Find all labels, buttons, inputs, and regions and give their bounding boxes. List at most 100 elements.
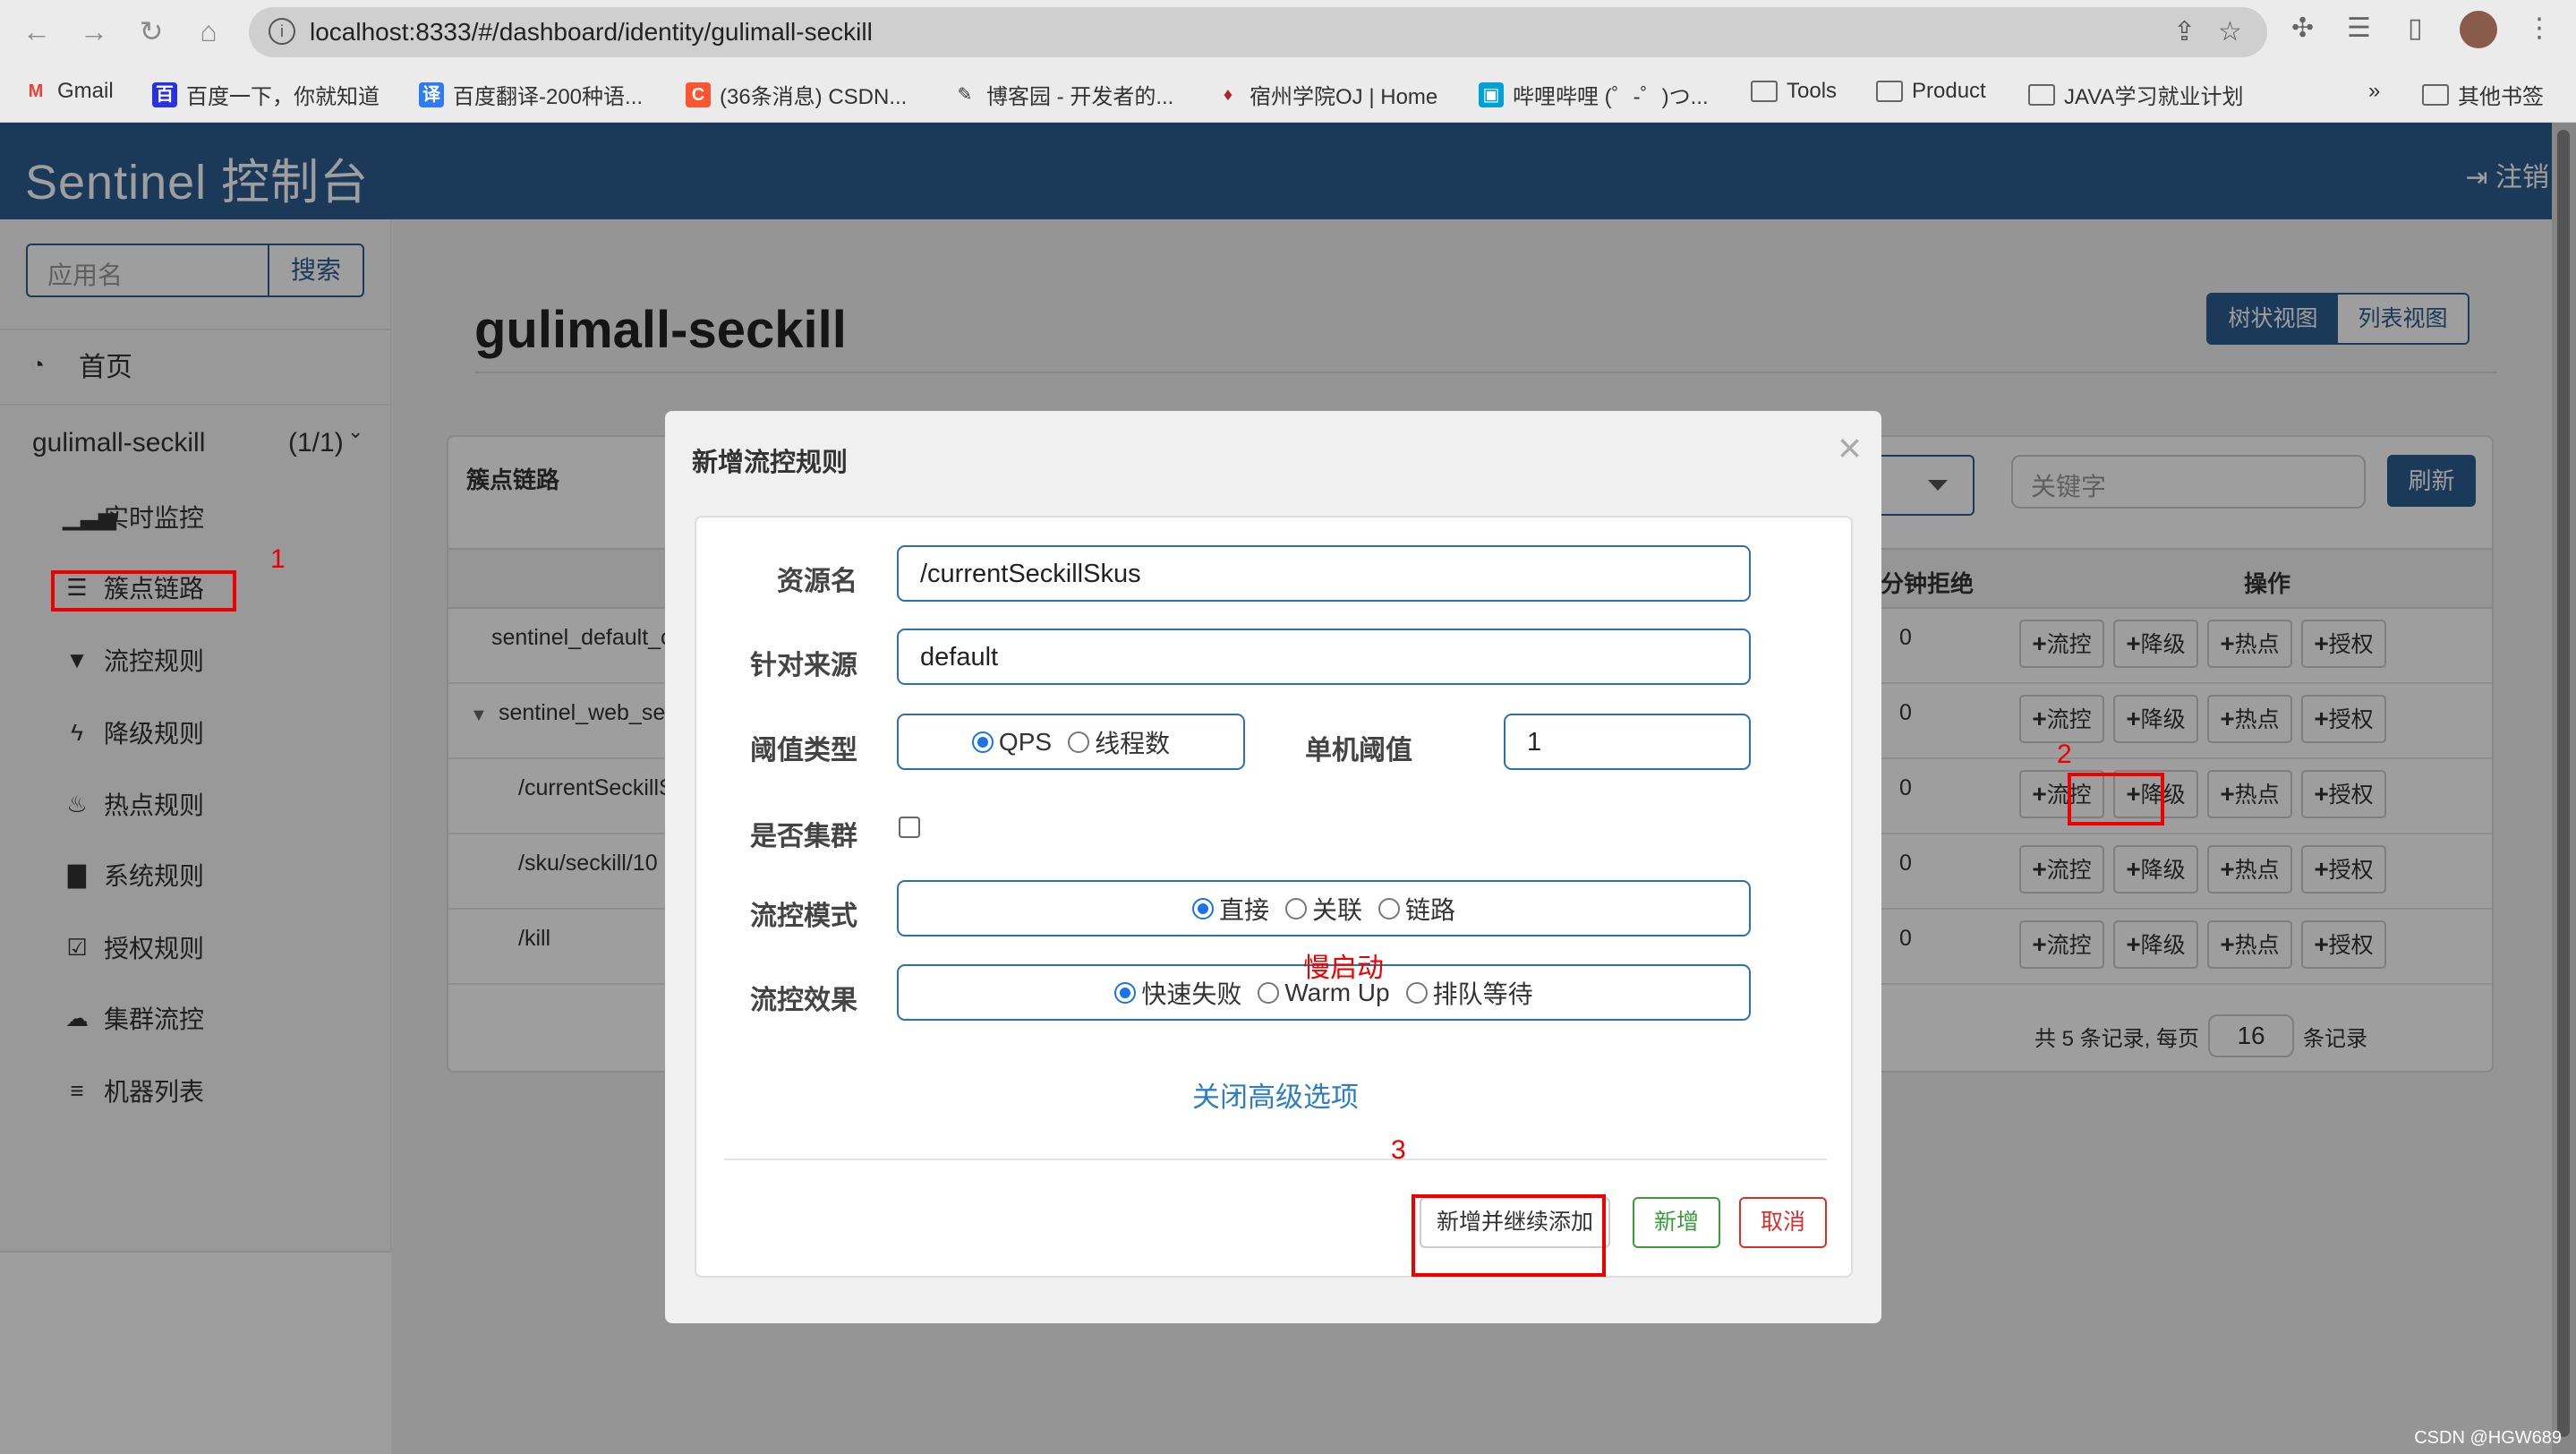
bookmark-label: 哔哩哔哩 (゜-゜)つ... [1513, 85, 1709, 109]
extensions-icon[interactable]: ✣ [2291, 13, 2314, 44]
threshold-type-group: QPS 线程数 [897, 714, 1245, 770]
bookmark-label: JAVA学习就业计划 [2064, 85, 2244, 109]
mode-label: 流控模式 [750, 902, 857, 931]
resource-label: 资源名 [777, 567, 857, 596]
add-flow-rule-modal: 新增流控规则 × 资源名 /currentSeckillSkus 针对来源 de… [665, 411, 1881, 1323]
folder-icon [1751, 81, 1778, 102]
bookmark-label: 其他书签 [2458, 85, 2544, 109]
origin-input[interactable]: default [897, 629, 1751, 685]
bookmark-label: 宿州学院OJ | Home [1250, 85, 1438, 109]
bookmark-baidu[interactable]: 百百度一下，你就知道 [152, 79, 380, 110]
radio-label: 快速失败 [1141, 979, 1242, 1008]
radio-queue[interactable]: 排队等待 [1405, 975, 1533, 1011]
annotation-number: 1 [270, 544, 286, 574]
radio-unchecked-icon [1258, 981, 1280, 1004]
bookmark-label: Product [1912, 79, 1986, 103]
origin-label: 针对来源 [750, 651, 857, 680]
annotation-box-3 [1412, 1194, 1606, 1277]
bookmark-csdn[interactable]: C (36条消息) CSDN... [686, 79, 907, 110]
reading-list-icon[interactable]: ☰ [2347, 13, 2371, 44]
cancel-button[interactable]: 取消 [1739, 1197, 1827, 1248]
radio-label: 链路 [1405, 895, 1456, 924]
star-icon[interactable]: ☆ [2218, 16, 2242, 47]
url-text[interactable]: localhost:8333/#/dashboard/identity/guli… [310, 18, 873, 47]
folder-icon [2028, 83, 2055, 106]
radio-direct[interactable]: 直接 [1191, 891, 1269, 927]
close-icon[interactable]: × [1838, 423, 1862, 472]
annotation-number: 2 [2057, 740, 2072, 769]
add-button[interactable]: 新增 [1633, 1197, 1720, 1248]
modal-title: 新增流控规则 [692, 449, 849, 477]
cnblogs-icon: ✎ [957, 84, 973, 105]
share-icon[interactable]: ⇪ [2173, 16, 2196, 47]
radio-checked-icon [1191, 897, 1214, 919]
bookmark-cnblogs[interactable]: ✎ 博客园 - 开发者的... [952, 79, 1174, 110]
bookmark-java[interactable]: JAVA学习就业计划 [2028, 79, 2243, 110]
bookmark-bilibili[interactable]: ▣ 哔哩哔哩 (゜-゜)つ... [1479, 79, 1709, 110]
back-icon[interactable]: ← [18, 13, 55, 50]
site-info-icon[interactable]: i [269, 18, 295, 45]
bookmark-translate[interactable]: 译百度翻译-200种语... [419, 79, 643, 110]
bookmark-label: 百度翻译-200种语... [453, 85, 644, 109]
divider [724, 1159, 1827, 1160]
bookmark-product[interactable]: Product [1876, 79, 1986, 104]
bookmark-tools[interactable]: Tools [1751, 79, 1837, 104]
bookmark-label: 百度一下，你就知道 [186, 85, 380, 109]
radio-chain[interactable]: 链路 [1378, 891, 1455, 927]
watermark: CSDN @HGW689 [2414, 1428, 2562, 1448]
radio-fail-fast[interactable]: 快速失败 [1114, 975, 1241, 1011]
profile-avatar[interactable] [2460, 11, 2497, 48]
radio-checked-icon [1114, 981, 1137, 1004]
bookmark-other[interactable]: 其他书签 [2422, 79, 2544, 110]
threshold-label: 单机阈值 [1305, 736, 1412, 765]
baidu-icon: 百 [152, 81, 177, 107]
folder-icon [1876, 81, 1903, 102]
bookmarks-bar: M Gmail 百百度一下，你就知道 译百度翻译-200种语... C (36条消息… [0, 63, 2576, 123]
home-icon[interactable]: ⌂ [190, 13, 227, 50]
radio-unchecked-icon [1284, 897, 1307, 919]
folder-icon [2422, 83, 2449, 106]
bookmark-label: Tools [1787, 79, 1838, 103]
radio-relate[interactable]: 关联 [1284, 891, 1362, 927]
menu-icon[interactable]: ⋮ [2526, 13, 2553, 44]
bilibili-icon: ▣ [1479, 81, 1504, 107]
radio-label: 直接 [1218, 895, 1269, 924]
resource-input[interactable]: /currentSeckillSkus [897, 545, 1751, 602]
radio-qps[interactable]: QPS [971, 727, 1053, 757]
cluster-checkbox[interactable] [899, 817, 920, 838]
browser-chrome: ← → ↻ ⌂ i localhost:8333/#/dashboard/ide… [0, 0, 2576, 123]
radio-threads[interactable]: 线程数 [1068, 724, 1170, 760]
gmail-icon: M [28, 81, 44, 101]
radio-checked-icon [971, 731, 994, 753]
bookmark-gmail[interactable]: M Gmail [23, 79, 114, 104]
oj-icon: ♦ [1223, 84, 1233, 105]
bookmarks-more[interactable]: » [2368, 79, 2380, 104]
bookmark-label: 博客园 - 开发者的... [986, 85, 1174, 109]
radio-unchecked-icon [1405, 981, 1428, 1004]
forward-icon[interactable]: → [75, 13, 113, 50]
bookmark-label: (36条消息) CSDN... [720, 85, 908, 109]
bookmark-oj[interactable]: ♦ 宿州学院OJ | Home [1215, 79, 1437, 110]
csdn-icon: C [686, 81, 711, 107]
translate-icon: 译 [419, 81, 444, 107]
threshold-input[interactable]: 1 [1504, 714, 1751, 770]
effect-label: 流控效果 [750, 986, 857, 1015]
radio-label: 排队等待 [1432, 979, 1533, 1008]
toggle-advanced-link[interactable]: 关闭高级选项 [696, 1074, 1855, 1115]
reload-icon[interactable]: ↻ [132, 13, 170, 50]
radio-label: 线程数 [1095, 729, 1171, 757]
annotation-box-2 [2068, 773, 2164, 825]
address-bar[interactable]: i localhost:8333/#/dashboard/identity/gu… [249, 7, 2267, 57]
radio-label: QPS [998, 727, 1053, 756]
cluster-label: 是否集群 [750, 822, 857, 851]
mode-group: 直接 关联 链路 [897, 880, 1751, 937]
radio-unchecked-icon [1068, 731, 1090, 753]
bookmark-label: Gmail [57, 79, 114, 103]
side-panel-icon[interactable]: ▯ [2408, 13, 2423, 44]
annotation-number: 3 [1391, 1135, 1406, 1165]
annotation-warmup-note: 慢启动 [1303, 954, 1384, 983]
toolbar: ← → ↻ ⌂ i localhost:8333/#/dashboard/ide… [0, 0, 2576, 63]
annotation-box-1 [51, 570, 236, 612]
radio-unchecked-icon [1378, 897, 1400, 919]
radio-label: 关联 [1311, 895, 1362, 924]
